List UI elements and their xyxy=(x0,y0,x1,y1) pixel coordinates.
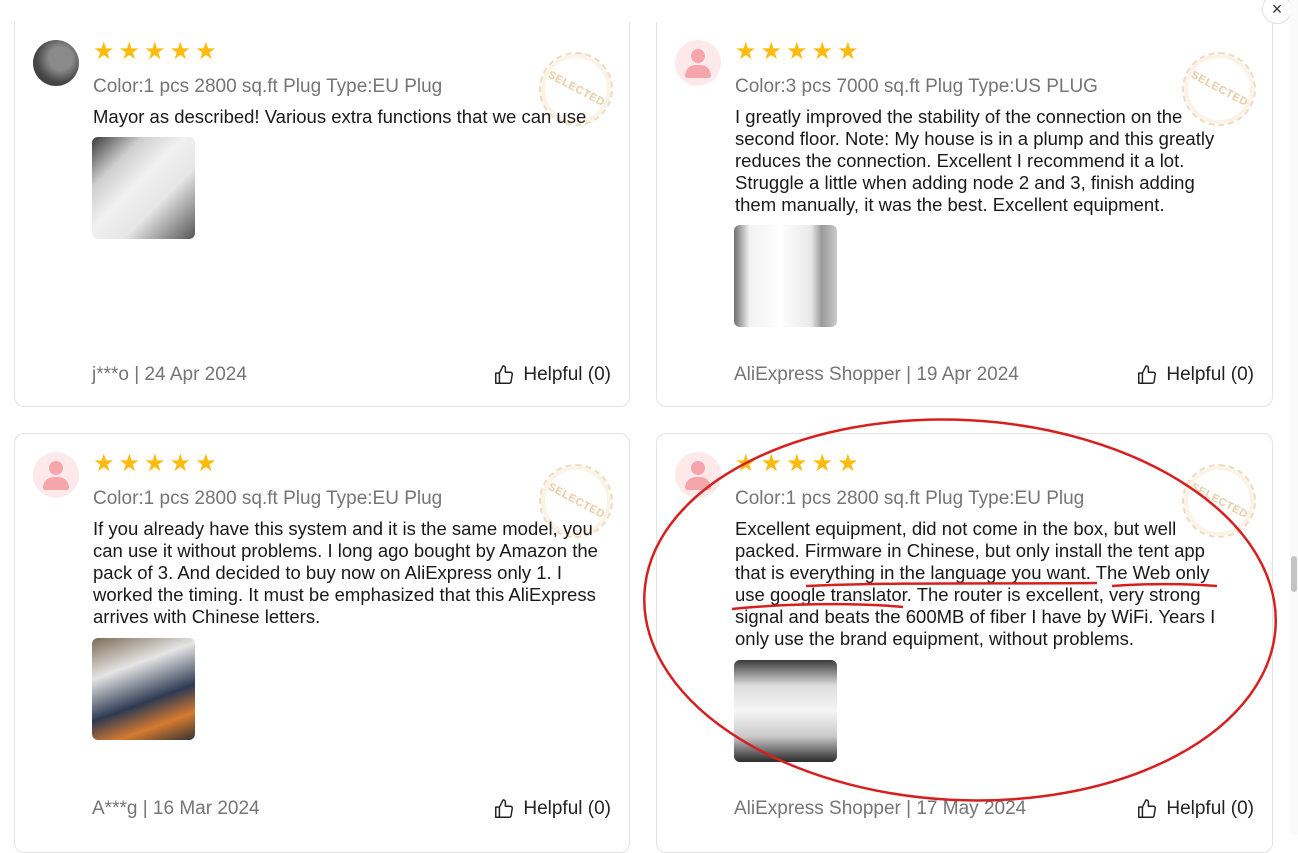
star-icon: ★ xyxy=(837,38,859,65)
reviewer-date: j***o | 24 Apr 2024 xyxy=(92,364,247,385)
star-icon: ★ xyxy=(169,38,192,65)
star-icon: ★ xyxy=(144,450,166,477)
star-icon: ★ xyxy=(811,450,834,477)
star-rating: ★ ★ ★ ★ ★ xyxy=(93,452,217,476)
avatar xyxy=(33,452,79,498)
helpful-label: Helpful (0) xyxy=(1166,364,1254,385)
star-icon: ★ xyxy=(195,38,217,65)
review-photo[interactable] xyxy=(734,225,837,327)
review-photo[interactable] xyxy=(92,638,195,740)
star-icon: ★ xyxy=(786,38,808,65)
thumbs-up-icon xyxy=(495,799,514,818)
star-icon: ★ xyxy=(760,450,783,477)
star-icon: ★ xyxy=(837,450,859,477)
scrollbar[interactable] xyxy=(1290,0,1298,835)
review-card: ★ ★ ★ ★ ★ SELECTED Color:1 pcs 2800 sq.f… xyxy=(14,22,630,407)
review-photo[interactable] xyxy=(734,660,837,762)
avatar xyxy=(675,40,721,86)
star-rating: ★ ★ ★ ★ ★ xyxy=(93,40,217,64)
star-icon: ★ xyxy=(735,450,757,477)
star-icon: ★ xyxy=(144,38,166,65)
star-icon: ★ xyxy=(118,450,141,477)
review-card: ★ ★ ★ ★ ★ SELECTED Color:3 pcs 7000 sq.f… xyxy=(656,22,1273,407)
helpful-button[interactable]: Helpful (0) xyxy=(493,798,611,820)
star-icon: ★ xyxy=(169,450,192,477)
variant-info: Color:1 pcs 2800 sq.ft Plug Type:EU Plug xyxy=(93,76,443,97)
variant-info: Color:1 pcs 2800 sq.ft Plug Type:EU Plug xyxy=(735,488,1085,509)
helpful-label: Helpful (0) xyxy=(523,364,611,385)
reviewer-date: AliExpress Shopper | 19 Apr 2024 xyxy=(734,364,1019,385)
thumbs-up-icon xyxy=(1138,799,1157,818)
avatar xyxy=(33,40,79,86)
star-icon: ★ xyxy=(93,38,115,65)
star-rating: ★ ★ ★ ★ ★ xyxy=(735,40,859,64)
star-icon: ★ xyxy=(760,38,783,65)
reviewer-date: A***g | 16 Mar 2024 xyxy=(92,798,260,819)
star-icon: ★ xyxy=(195,450,217,477)
close-icon[interactable]: × xyxy=(1262,0,1292,24)
reviewer-date: AliExpress Shopper | 17 May 2024 xyxy=(734,798,1027,819)
star-icon: ★ xyxy=(811,38,834,65)
star-rating: ★ ★ ★ ★ ★ xyxy=(735,452,859,476)
helpful-label: Helpful (0) xyxy=(523,798,611,819)
star-icon: ★ xyxy=(118,38,141,65)
helpful-button[interactable]: Helpful (0) xyxy=(1136,798,1254,820)
review-photo[interactable] xyxy=(92,137,195,239)
star-icon: ★ xyxy=(93,450,115,477)
review-text: If you already have this system and it i… xyxy=(93,518,598,627)
review-text: Excellent equipment, did not come in the… xyxy=(735,518,1216,649)
star-icon: ★ xyxy=(786,450,808,477)
review-text: Mayor as described! Various extra functi… xyxy=(93,106,587,127)
thumbs-up-icon xyxy=(1138,365,1157,384)
review-card: ★ ★ ★ ★ ★ SELECTED Color:1 pcs 2800 sq.f… xyxy=(656,433,1273,853)
scrollbar-thumb[interactable] xyxy=(1291,556,1297,592)
variant-info: Color:1 pcs 2800 sq.ft Plug Type:EU Plug xyxy=(93,488,443,509)
avatar xyxy=(675,452,721,498)
review-card: ★ ★ ★ ★ ★ SELECTED Color:1 pcs 2800 sq.f… xyxy=(14,433,630,853)
helpful-button[interactable]: Helpful (0) xyxy=(1136,364,1254,386)
helpful-button[interactable]: Helpful (0) xyxy=(493,364,611,386)
review-text: I greatly improved the stability of the … xyxy=(735,106,1215,215)
variant-info: Color:3 pcs 7000 sq.ft Plug Type:US PLUG xyxy=(735,76,1098,97)
thumbs-up-icon xyxy=(495,365,514,384)
star-icon: ★ xyxy=(735,38,757,65)
helpful-label: Helpful (0) xyxy=(1166,798,1254,819)
